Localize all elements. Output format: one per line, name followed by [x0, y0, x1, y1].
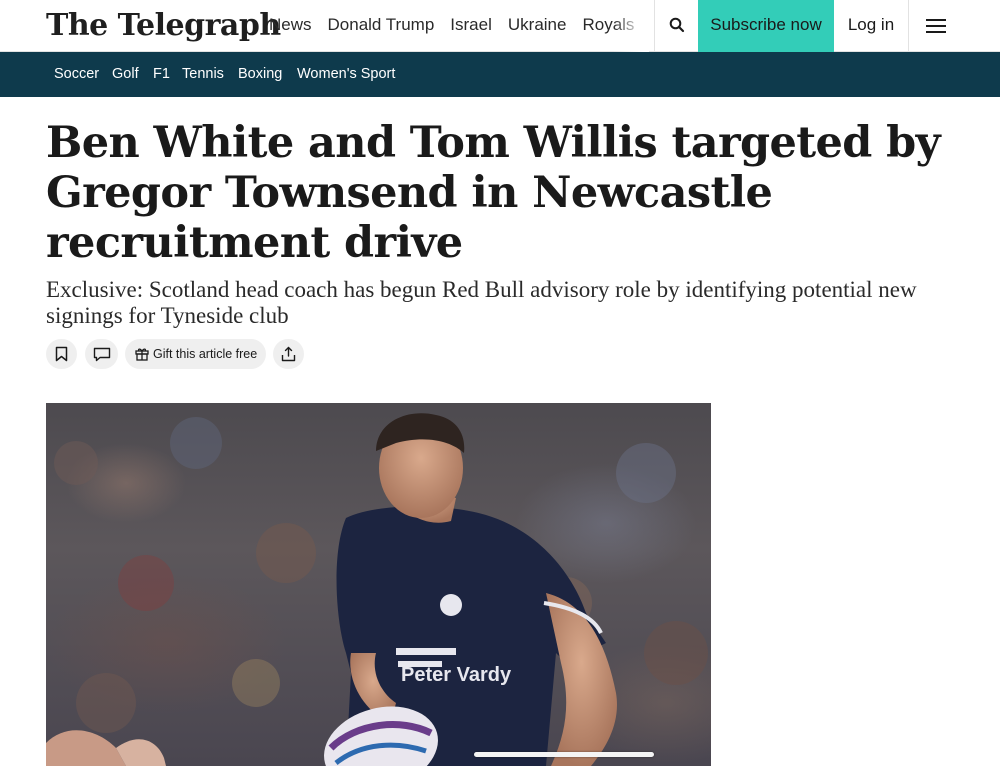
subnav-item-tennis[interactable]: Tennis — [182, 52, 224, 96]
shirt-sponsor-text: Peter Vardy — [401, 664, 512, 686]
comment-icon — [93, 347, 111, 362]
top-bar: The Telegraph News Donald Trump Israel Ukra… — [0, 0, 1000, 52]
gift-article-label: Gift this article free — [153, 347, 258, 361]
nav-item-israel[interactable]: Israel — [450, 0, 492, 50]
sport-subnav: Soccer Golf F1 Tennis Boxing Women's Spo… — [0, 52, 1000, 97]
search-icon — [669, 17, 685, 33]
nav-item-news[interactable]: News — [269, 0, 312, 50]
menu-button[interactable] — [909, 0, 963, 52]
site-logo[interactable]: The Telegraph — [46, 4, 281, 48]
comments-button[interactable] — [85, 339, 118, 369]
share-icon — [281, 346, 296, 362]
subnav-item-golf[interactable]: Golf — [112, 52, 139, 96]
gift-article-button[interactable]: Gift this article free — [125, 339, 266, 369]
scroll-indicator[interactable] — [474, 752, 654, 757]
subscribe-button[interactable]: Subscribe now — [698, 0, 834, 52]
primary-nav: NewsDonald TrumpIsraelUkraineRoyalsSp — [269, 0, 649, 52]
search-button[interactable] — [654, 0, 698, 52]
bookmark-icon — [55, 346, 68, 362]
nav-item-donald-trump[interactable]: Donald Trump — [328, 0, 435, 50]
subnav-item-f1[interactable]: F1 — [153, 52, 170, 96]
subnav-item-womens-sport[interactable]: Women's Sport — [297, 52, 395, 96]
subnav-item-boxing[interactable]: Boxing — [238, 52, 282, 96]
gift-icon — [135, 348, 149, 361]
subnav-item-soccer[interactable]: Soccer — [54, 52, 99, 96]
nav-item-ukraine[interactable]: Ukraine — [508, 0, 567, 50]
article-standfirst: Exclusive: Scotland head coach has begun… — [46, 277, 917, 328]
article-hero-image: Peter Vardy — [46, 403, 711, 766]
save-article-button[interactable] — [46, 339, 77, 369]
share-button[interactable] — [273, 339, 304, 369]
article-headline: Ben White and Tom Willis targeted by Gre… — [46, 118, 941, 268]
nav-fade — [613, 0, 649, 52]
rugby-player-illustration: Peter Vardy — [46, 413, 708, 766]
hamburger-menu-icon — [926, 19, 946, 33]
login-button[interactable]: Log in — [834, 0, 909, 52]
